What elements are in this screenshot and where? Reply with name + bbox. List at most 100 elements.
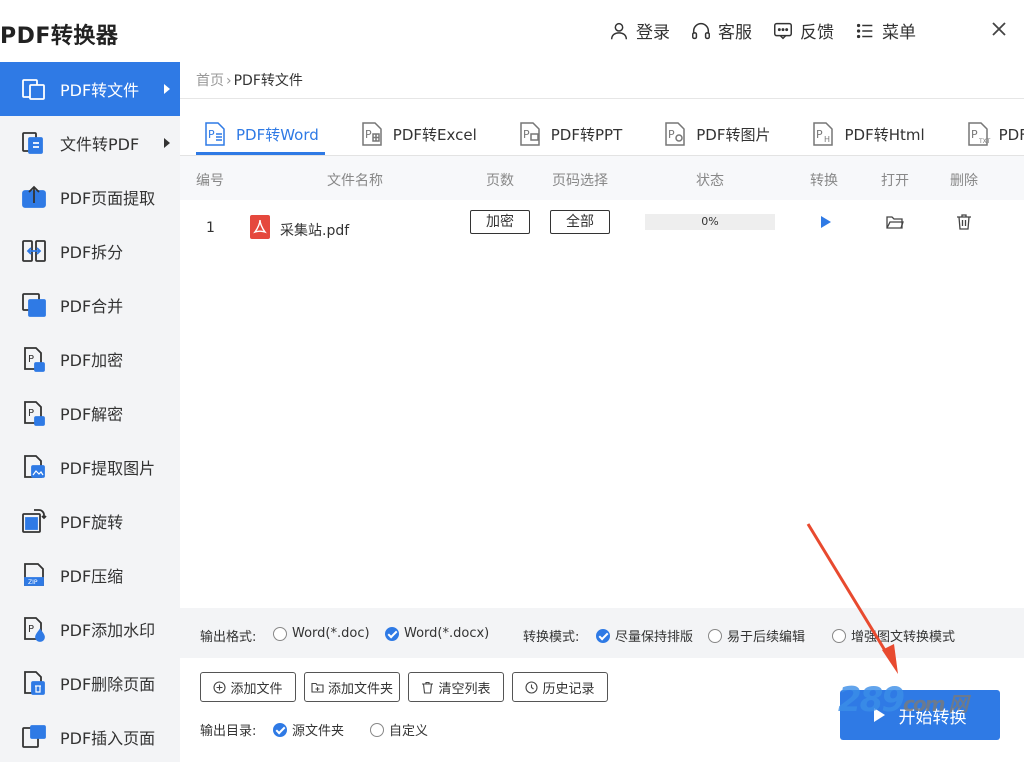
sidebar-item-merge[interactable]: PDF合并	[0, 278, 180, 332]
image-doc-icon: P	[665, 122, 685, 146]
feedback-button[interactable]: 反馈	[772, 18, 834, 43]
menu-button[interactable]: 菜单	[854, 18, 916, 43]
svg-text:ZIP: ZIP	[28, 579, 38, 586]
svg-text:P: P	[28, 624, 34, 635]
svg-text:TXT: TXT	[978, 138, 991, 145]
pdf-lock-icon: P	[24, 347, 45, 372]
breadcrumb-separator: ›	[226, 73, 232, 89]
sidebar-item-rotate[interactable]: PDF旋转	[0, 494, 180, 548]
feedback-label: 反馈	[800, 23, 834, 43]
split-icon	[22, 240, 46, 262]
sidebar-item-file-to-pdf[interactable]: 文件转PDF	[0, 116, 180, 170]
add-file-button[interactable]: 添加文件	[200, 672, 296, 702]
svg-text:P: P	[523, 128, 530, 141]
title-actions: 登录 客服 反馈 菜单	[588, 18, 916, 43]
tab-pdf-to-txt[interactable]: PTXT PDF转TXT	[959, 114, 1024, 154]
status-progress: 0%	[645, 214, 775, 230]
merge-icon	[22, 293, 46, 317]
tab-pdf-to-ppt[interactable]: P PDF转PPT	[511, 114, 628, 154]
sidebar-item-label: PDF添加水印	[60, 621, 156, 640]
format-docx-radio[interactable]: Word(*.docx)	[385, 626, 489, 641]
sidebar-item-label: PDF解密	[60, 405, 124, 424]
sidebar-item-label: PDF删除页面	[60, 675, 156, 694]
tab-pdf-to-html[interactable]: PH PDF转Html	[804, 114, 930, 154]
tab-pdf-to-excel[interactable]: P PDF转Excel	[353, 114, 483, 154]
headset-icon	[692, 22, 710, 39]
radio-checked-icon	[273, 722, 287, 737]
sidebar-item-page-extract[interactable]: PDF页面提取	[0, 170, 180, 224]
folder-open-icon[interactable]	[886, 214, 904, 230]
sidebar-item-label: PDF旋转	[60, 513, 124, 532]
svg-text:P: P	[816, 128, 823, 141]
sidebar-item-compress[interactable]: ZIP PDF压缩	[0, 548, 180, 602]
sidebar-item-insert-page[interactable]: PDF插入页面	[0, 710, 180, 762]
add-folder-button[interactable]: 添加文件夹	[304, 672, 400, 702]
sidebar-item-decrypt[interactable]: P PDF解密	[0, 386, 180, 440]
menu-label: 菜单	[882, 23, 916, 43]
tab-label: PDF转Word	[236, 125, 319, 144]
sidebar-item-pdf-to-file[interactable]: PDF转文件	[0, 62, 180, 116]
tab-label: PDF转TXT	[998, 125, 1024, 144]
tab-label: PDF转图片	[696, 125, 771, 144]
sidebar-item-extract-images[interactable]: PDF提取图片	[0, 440, 180, 494]
trash-icon[interactable]	[956, 213, 972, 230]
watermark-icon: P	[24, 617, 45, 642]
mode-label: 转换模式:	[523, 630, 580, 645]
column-header: 文件名称	[327, 173, 383, 189]
ppt-doc-icon: P	[520, 122, 540, 146]
sidebar-item-split[interactable]: PDF拆分	[0, 224, 180, 278]
radio-unchecked-icon	[832, 628, 846, 643]
radio-checked-icon	[385, 626, 399, 641]
format-label: 输出格式:	[200, 630, 257, 645]
svg-text:P: P	[668, 128, 675, 141]
tab-pdf-to-image[interactable]: P PDF转图片	[656, 114, 776, 154]
site-watermark: 289com 网	[838, 680, 968, 720]
close-icon[interactable]	[988, 18, 1010, 40]
column-header: 打开	[881, 173, 909, 189]
radio-unchecked-icon	[370, 722, 384, 737]
history-button[interactable]: 历史记录	[512, 672, 608, 702]
zip-icon: ZIP	[24, 563, 44, 586]
mode-enhanced-radio[interactable]: 增强图文转换模式	[832, 626, 955, 645]
mode-keep-layout-radio[interactable]: 尽量保持排版	[596, 626, 693, 645]
output-source-label: 源文件夹	[292, 724, 345, 739]
sidebar-item-encrypt[interactable]: P PDF加密	[0, 332, 180, 386]
tab-pdf-to-word[interactable]: P PDF转Word	[196, 114, 325, 155]
caret-right-icon	[164, 84, 170, 94]
column-header: 页码选择	[552, 173, 608, 189]
page-extract-icon	[22, 185, 46, 208]
service-button[interactable]: 客服	[690, 18, 752, 43]
sidebar-item-delete-page[interactable]: PDF删除页面	[0, 656, 180, 710]
page-range-button[interactable]: 全部	[550, 210, 610, 234]
format-doc-radio[interactable]: Word(*.doc)	[273, 626, 370, 641]
user-icon	[610, 22, 628, 39]
svg-text:H: H	[824, 135, 830, 144]
title-bar: PDF转换器 登录 客服 反馈 菜单	[0, 0, 1024, 62]
caret-right-icon	[164, 138, 170, 148]
breadcrumb-home[interactable]: 首页	[196, 73, 224, 89]
sidebar-item-label: PDF合并	[60, 297, 124, 316]
table-row: 1 采集站.pdf 加密 全部 0%	[180, 206, 1024, 250]
insert-page-icon	[22, 725, 46, 748]
login-button[interactable]: 登录	[608, 18, 670, 43]
encrypt-button[interactable]: 加密	[470, 210, 530, 234]
radio-checked-icon	[596, 628, 610, 643]
main-panel: 首页 › PDF转文件 P PDF转Word P PDF转Excel P PDF转P…	[180, 62, 1024, 762]
tab-label: PDF转Html	[844, 125, 925, 144]
sidebar-item-watermark[interactable]: P PDF添加水印	[0, 602, 180, 656]
output-custom-radio[interactable]: 自定义	[370, 720, 428, 739]
watermark-main: 289	[838, 680, 905, 720]
mode-easy-edit-radio[interactable]: 易于后续编辑	[708, 626, 805, 645]
delete-page-icon	[24, 671, 45, 695]
sidebar: PDF转文件 文件转PDF PDF页面提取 PDF拆分 PDF合并 P PDF加…	[0, 62, 180, 762]
row-number: 1	[206, 220, 215, 236]
service-label: 客服	[718, 23, 752, 43]
file-name: 采集站.pdf	[280, 223, 350, 239]
table-header: 编号 文件名称 页数 页码选择 状态 转换 打开 删除	[180, 156, 1024, 200]
output-custom-label: 自定义	[389, 724, 429, 739]
svg-text:P: P	[365, 128, 372, 141]
folder-plus-icon	[311, 682, 324, 693]
output-source-radio[interactable]: 源文件夹	[273, 720, 344, 739]
clear-list-button[interactable]: 清空列表	[408, 672, 504, 702]
play-icon[interactable]	[820, 216, 832, 228]
